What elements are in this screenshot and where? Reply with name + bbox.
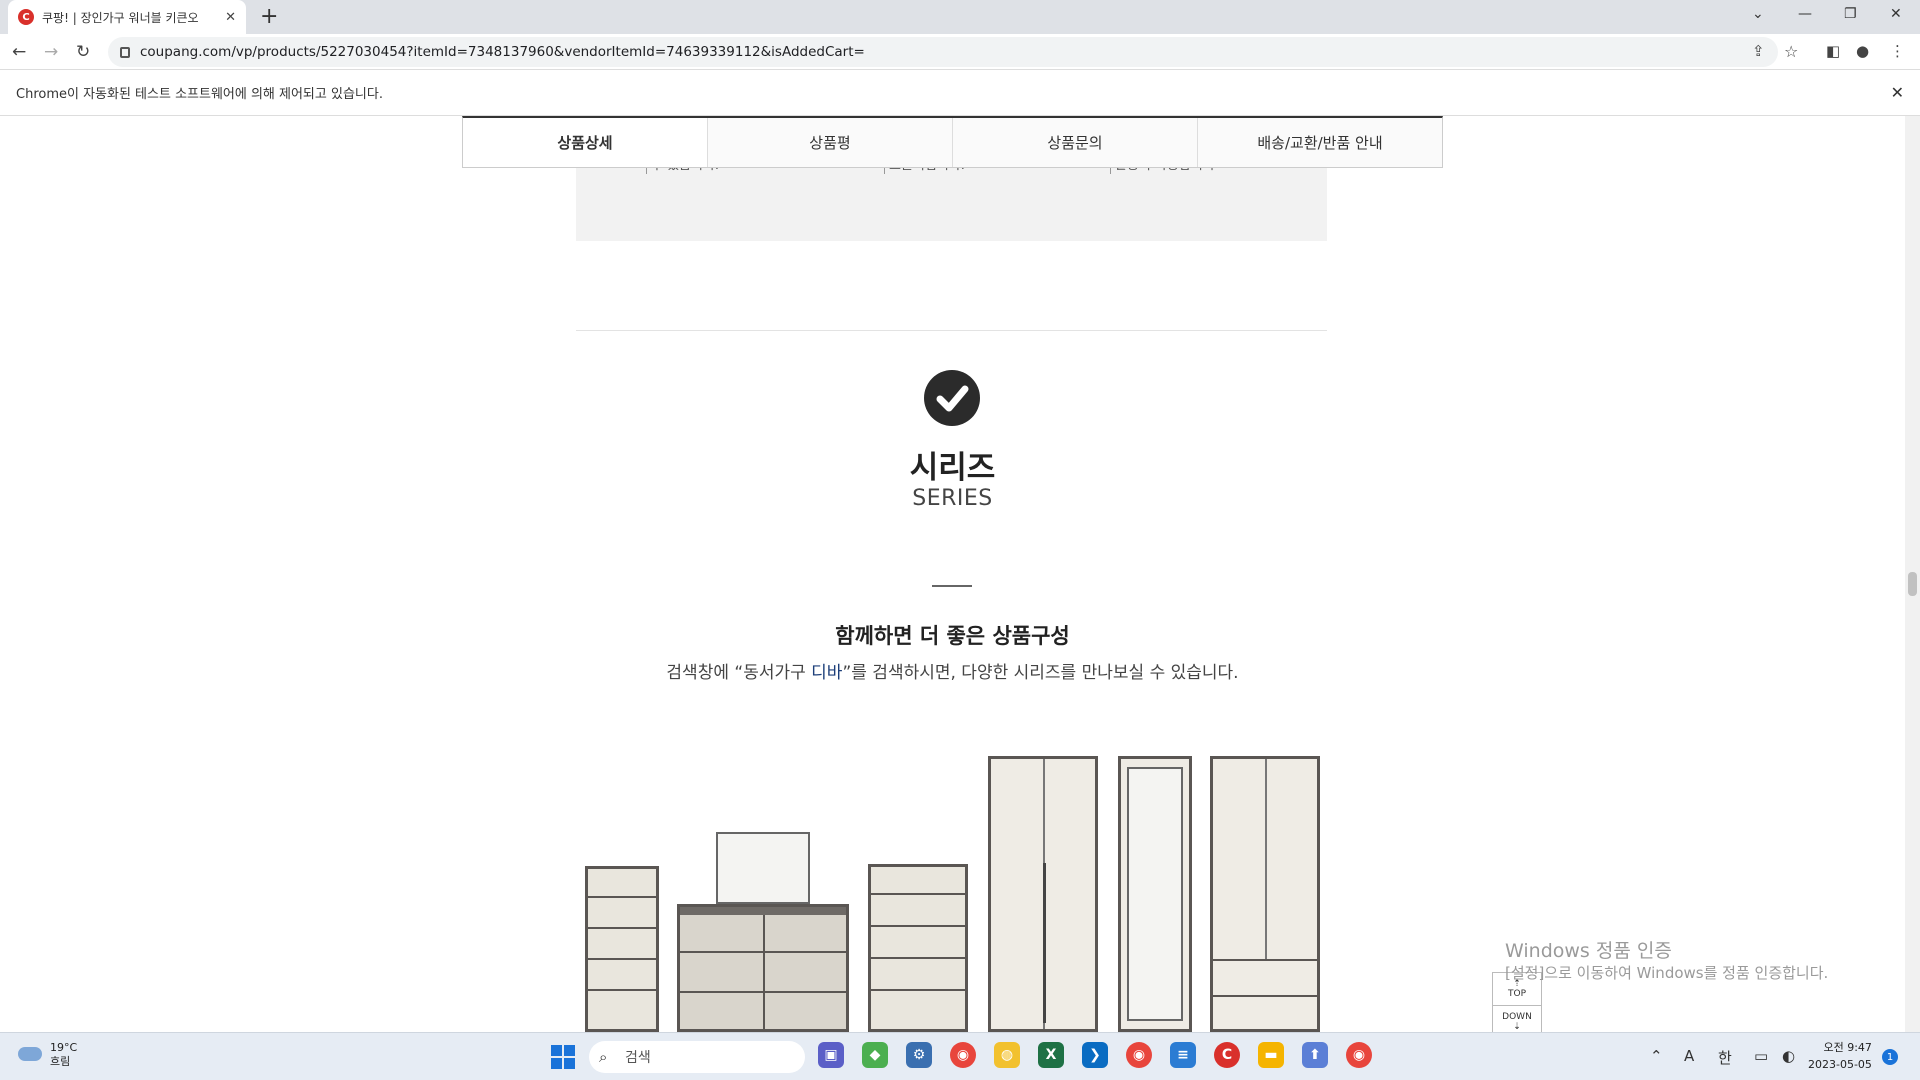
notification-badge[interactable]: 1 [1882,1049,1898,1065]
weather-widget[interactable]: 19°C 흐림 [18,1041,77,1069]
tray-chevron-up-icon[interactable]: ⌃ [1650,1047,1663,1065]
product-tabs: 상품상세 상품평 상품문의 배송/교환/반품 안내 [462,116,1443,168]
chrome-icon-2[interactable]: ◉ [1126,1042,1152,1068]
page-scrollbar[interactable] [1905,116,1920,1032]
ime-mode[interactable]: 한 [1718,1047,1732,1068]
series-heading: 함께하면 더 좋은 상품구성 [835,624,1070,648]
share-icon[interactable]: ⇪ [1752,42,1765,60]
tab-shipping-returns[interactable]: 배송/교환/반품 안내 [1198,118,1442,167]
input-language[interactable]: A [1684,1047,1694,1065]
restore-icon[interactable]: ❐ [1844,6,1857,22]
file-explorer-icon[interactable]: ▬ [1258,1042,1284,1068]
dresser [677,904,849,1032]
chest-of-drawers-wide [868,864,968,1032]
infobar-close-icon[interactable]: ✕ [1891,83,1904,102]
chest-of-drawers [585,866,659,1032]
mirror-wardrobe [1118,756,1192,1032]
browser-toolbar: ← → ↻ coupang.com/vp/products/5227030454… [0,34,1920,70]
wardrobe-two-door [988,756,1098,1032]
series-subtitle: SERIES [912,486,993,511]
tab-product-detail[interactable]: 상품상세 [463,118,708,167]
series-title: 시리즈 [909,450,996,486]
windows-activation-text: [설정]으로 이동하여 Windows를 정품 인증합니다. [1505,964,1829,982]
new-tab-icon[interactable]: + [260,4,278,29]
chat-icon[interactable]: ◍ [994,1042,1020,1068]
chrome-active-icon[interactable]: ◉ [1346,1042,1372,1068]
dresser-mirror [716,832,810,904]
menu-dots-icon[interactable]: ⋮ [1890,42,1905,60]
browser-tab-active[interactable]: C 쿠팡! | 장인가구 워너블 키큰오 ✕ [8,0,246,34]
vscode-icon[interactable]: ❯ [1082,1042,1108,1068]
tab-search-chevron-icon[interactable]: ⌄ [1752,6,1764,22]
cloud-icon [18,1047,42,1061]
coupang-app-icon[interactable]: C [1214,1042,1240,1068]
section-divider [576,330,1327,331]
brand-highlight: 디바 [811,663,843,683]
checkmark-circle-icon [924,370,980,426]
scroll-down-button[interactable]: DOWN ⇣ [1493,1005,1541,1032]
windows-start-icon[interactable] [551,1045,575,1069]
search-icon: ⌕ [599,1048,608,1066]
close-window-icon[interactable]: ✕ [1890,6,1902,22]
browser-tab-strip: C 쿠팡! | 장인가구 워너블 키큰오 ✕ + ⌄ — ❐ ✕ [0,0,1920,34]
close-tab-icon[interactable]: ✕ [225,10,236,25]
tab-qna[interactable]: 상품문의 [953,118,1198,167]
app-icon[interactable]: ⬆ [1302,1042,1328,1068]
bookmark-star-icon[interactable]: ☆ [1784,42,1798,61]
side-panel-icon[interactable]: ◧ [1826,42,1840,60]
notepad-icon[interactable]: ≡ [1170,1042,1196,1068]
maps-icon[interactable]: ◆ [862,1042,888,1068]
address-bar[interactable]: coupang.com/vp/products/5227030454?itemI… [108,37,1778,67]
windows-taskbar: 19°C 흐림 ⌕ 검색 ▣ ◆ ⚙ ◉ ◍ X ❯ ◉ ≡ C ▬ ⬆ ◉ ⌃… [0,1032,1920,1080]
coupang-favicon-icon: C [18,9,34,25]
volume-icon[interactable]: ◐ [1782,1047,1795,1065]
wardrobe-with-drawers [1210,756,1320,1032]
forward-icon[interactable]: → [44,42,58,62]
tab-reviews[interactable]: 상품평 [708,118,953,167]
minimize-icon[interactable]: — [1798,6,1812,22]
series-furniture-image [570,756,1330,1032]
lock-icon [120,46,130,58]
network-icon[interactable]: ▭ [1754,1047,1768,1065]
scrollbar-thumb[interactable] [1908,572,1917,596]
settings-gear-icon[interactable]: ⚙ [906,1042,932,1068]
taskbar-search[interactable]: ⌕ 검색 [589,1041,805,1073]
chrome-icon[interactable]: ◉ [950,1042,976,1068]
title-dash [932,585,972,587]
profile-icon[interactable]: ● [1856,42,1869,60]
excel-icon[interactable]: X [1038,1042,1064,1068]
windows-activation-title: Windows 정품 인증 [1505,940,1672,962]
reload-icon[interactable]: ↻ [76,42,90,62]
teams-icon[interactable]: ▣ [818,1042,844,1068]
tab-title: 쿠팡! | 장인가구 워너블 키큰오 [42,10,199,25]
page-content: 수 있습니다. 효율적입니다. 활용이 가능합니다 상품상세 상품평 상품문의 … [0,116,1905,1032]
infobar-text: Chrome이 자동화된 테스트 소프트웨어에 의해 제어되고 있습니다. [16,87,383,102]
back-icon[interactable]: ← [12,42,26,62]
arrow-down-icon: ⇣ [1513,1021,1521,1032]
url-text: coupang.com/vp/products/5227030454?itemI… [140,44,865,60]
series-description: 검색창에 “동서가구 디바”를 검색하시면, 다양한 시리즈를 만나보실 수 있… [666,663,1239,683]
taskbar-clock[interactable]: 오전 9:47 2023-05-05 [1808,1039,1872,1073]
automation-infobar: Chrome이 자동화된 테스트 소프트웨어에 의해 제어되고 있습니다. ✕ [0,70,1920,116]
